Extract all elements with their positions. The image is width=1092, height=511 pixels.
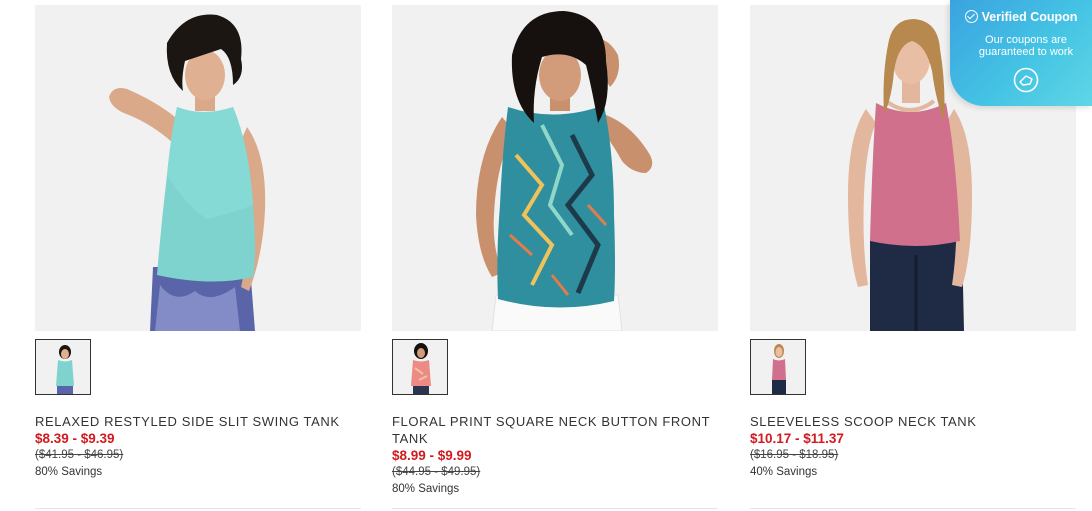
color-swatch-thumbnail[interactable] [750,339,806,395]
product-title[interactable]: RELAXED RESTYLED SIDE SLIT SWING TANK [35,413,361,430]
product-image[interactable] [392,5,718,331]
coupon-badge-title: Verified Coupon [950,10,1092,24]
coupon-logo-icon [1013,67,1039,93]
sale-price: $8.39 - $9.39 [35,431,115,446]
savings-label: 40% Savings [750,466,818,478]
color-swatch-thumbnail[interactable] [392,339,448,395]
coupon-badge-subtitle: Our coupons are guaranteed to work [978,34,1074,58]
product-card-2[interactable]: FLORAL PRINT SQUARE NECK BUTTON FRONT TA… [392,0,718,511]
card-divider [750,508,1076,509]
original-price: ($44.95 - $49.95) [392,466,481,478]
product-title[interactable]: SLEEVELESS SCOOP NECK TANK [750,413,1076,430]
savings-label: 80% Savings [392,483,460,495]
check-circle-icon [964,10,978,23]
product-title[interactable]: FLORAL PRINT SQUARE NECK BUTTON FRONT TA… [392,413,718,447]
color-swatch-thumbnail[interactable] [35,339,91,395]
product-card-1[interactable]: RELAXED RESTYLED SIDE SLIT SWING TANK $8… [35,0,361,511]
product-image[interactable] [35,5,361,331]
sale-price: $10.17 - $11.37 [750,431,844,446]
card-divider [35,508,361,509]
savings-label: 80% Savings [35,466,103,478]
card-divider [392,508,718,509]
original-price: ($41.95 - $46.95) [35,449,124,461]
sale-price: $8.99 - $9.99 [392,448,472,463]
original-price: ($16.95 - $18.95) [750,449,839,461]
